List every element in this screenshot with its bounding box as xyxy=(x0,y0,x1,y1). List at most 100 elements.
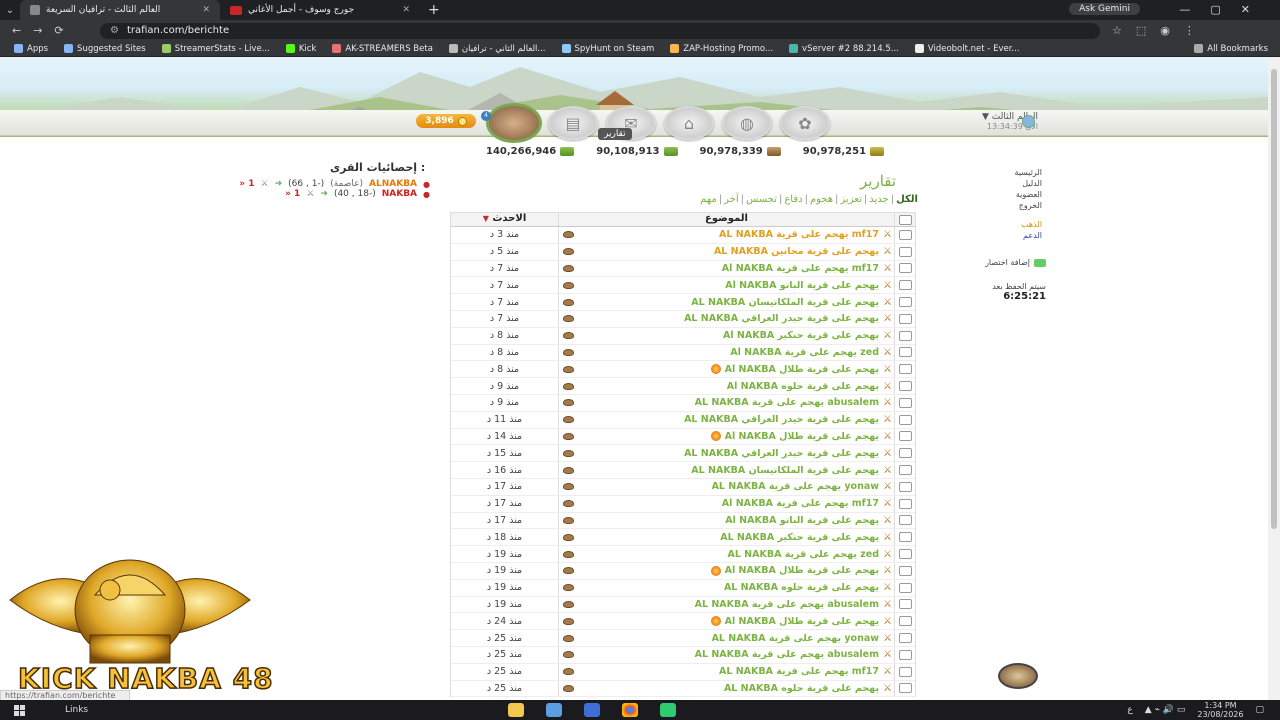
report-subject-link[interactable]: AL NAKBA يهجم على قرية مجانين xyxy=(714,246,879,257)
report-checkbox[interactable] xyxy=(895,246,915,257)
report-subject-link[interactable]: AL NAKBA يهجم على قرية zed xyxy=(727,549,879,560)
table-row[interactable]: منذ 7 د AL NAKBA يهجم على قرية حيدر العرا… xyxy=(451,310,915,328)
file-explorer-icon[interactable] xyxy=(508,703,524,717)
table-row[interactable]: منذ 25 د AL NAKBA يهجم على قرية yonaw ⚔ xyxy=(451,630,915,647)
tab-list-button[interactable]: ⌄ xyxy=(0,5,20,16)
table-row[interactable]: منذ 25 د AL NAKBA يهجم على قرية abusalem ⚔ xyxy=(451,646,915,664)
bookmark-item[interactable]: Videobolt.net - Ever... xyxy=(914,44,1020,54)
hero-avatar[interactable] xyxy=(486,103,542,143)
report-checkbox[interactable] xyxy=(895,532,915,543)
table-row[interactable]: منذ 19 د AL NAKBA يهجم على قرية حلوه ⚔ xyxy=(451,579,915,597)
nav-map-button[interactable]: ◍ xyxy=(722,106,772,140)
filter-defense[interactable]: دفاع xyxy=(784,194,802,205)
report-checkbox[interactable] xyxy=(895,465,915,476)
add-shortcut-link[interactable]: إضافة اختصار xyxy=(966,258,1046,267)
table-row[interactable]: منذ 15 د AL NAKBA يهجم على قرية حيدر العر… xyxy=(451,445,915,463)
report-checkbox[interactable] xyxy=(895,683,915,694)
table-row[interactable]: منذ 7 د Al NAKBA يهجم على قرية mf17 ⚔ xyxy=(451,260,915,278)
chat-bubble-icon[interactable] xyxy=(998,663,1038,689)
report-checkbox[interactable] xyxy=(895,297,915,308)
notifications-icon[interactable]: ▢ xyxy=(1255,705,1264,715)
report-checkbox[interactable] xyxy=(895,431,915,442)
menu-gold[interactable]: الذهب xyxy=(1000,219,1042,230)
table-row[interactable]: منذ 17 د Al NAKBA يهجم على قرية mf17 ⚔ xyxy=(451,495,915,513)
bookmark-item[interactable]: vServer #2 88.214.5... xyxy=(789,44,899,54)
page-scrollbar[interactable] xyxy=(1268,57,1280,700)
new-tab-button[interactable]: + xyxy=(420,2,448,18)
filter-attack[interactable]: هجوم xyxy=(810,194,833,205)
table-row[interactable]: منذ 8 د Al NAKBA يهجم على قرية طلال ⚔ xyxy=(451,361,915,379)
bookmark-item[interactable]: العالم الثاني - ترافيان... xyxy=(448,44,546,54)
app-icon[interactable] xyxy=(584,703,600,717)
report-checkbox[interactable] xyxy=(895,330,915,341)
table-row[interactable]: منذ 19 د AL NAKBA يهجم على قرية abusalem ⚔ xyxy=(451,596,915,614)
table-row[interactable]: منذ 17 د AL NAKBA يهجم على قرية yonaw ⚔ xyxy=(451,478,915,496)
table-row[interactable]: منذ 3 د AL NAKBA يهجم على قرية mf17 ⚔ xyxy=(451,227,915,244)
table-row[interactable]: منذ 18 د AL NAKBA يهجم على قرية حنكير ⚔ xyxy=(451,529,915,547)
filter-reinforce[interactable]: تعزيز xyxy=(840,194,861,205)
ask-gemini-button[interactable]: Ask Gemini xyxy=(1069,3,1140,15)
scrollbar-thumb[interactable] xyxy=(1271,69,1277,529)
nav-village-button[interactable]: ⌂ xyxy=(664,106,714,140)
bookmark-item[interactable]: StreamerStats - Live... xyxy=(161,44,270,54)
windows-start-icon[interactable] xyxy=(14,704,25,716)
select-all-checkbox[interactable] xyxy=(895,213,915,226)
table-row[interactable]: منذ 8 د Al NAKBA يهجم على قرية حنكير ⚔ xyxy=(451,327,915,345)
all-bookmarks[interactable]: All Bookmarks xyxy=(1194,44,1280,54)
close-tab-icon[interactable]: ✕ xyxy=(202,5,210,15)
report-subject-link[interactable]: AL NAKBA يهجم على قرية mf17 xyxy=(719,229,879,240)
tab-active[interactable]: العالم الثالث - ترافيان السريعة ✕ xyxy=(20,0,220,20)
report-subject-link[interactable]: AL NAKBA يهجم على قرية abusalem xyxy=(695,397,879,408)
filter-spy[interactable]: تجسس xyxy=(746,194,777,205)
table-row[interactable]: منذ 9 د Al NAKBA يهجم على قرية حلوه ⚔ xyxy=(451,378,915,395)
report-checkbox[interactable] xyxy=(895,498,915,509)
village-name[interactable]: ALNAKBA xyxy=(369,179,417,189)
report-checkbox[interactable] xyxy=(895,565,915,576)
report-checkbox[interactable] xyxy=(895,649,915,660)
table-row[interactable]: منذ 25 د AL NAKBA يهجم على قرية mf17 ⚔ xyxy=(451,663,915,681)
report-subject-link[interactable]: Al NAKBA يهجم على قرية طلال xyxy=(725,565,879,576)
table-row[interactable]: منذ 16 د AL NAKBA يهجم على قرية الملكاتيس… xyxy=(451,462,915,479)
report-checkbox[interactable] xyxy=(895,313,915,324)
report-subject-link[interactable]: AL NAKBA يهجم على قرية yonaw xyxy=(712,633,879,644)
report-checkbox[interactable] xyxy=(895,397,915,408)
report-subject-link[interactable]: Al NAKBA يهجم على قرية حنكير xyxy=(723,330,879,341)
report-subject-link[interactable]: Al NAKBA يهجم على قرية الباتو xyxy=(725,280,879,291)
village-name[interactable]: NAKBA xyxy=(382,189,417,199)
bookmark-item[interactable]: SpyHunt on Steam xyxy=(561,44,654,54)
filter-new[interactable]: جديد xyxy=(869,194,888,205)
bookmark-item[interactable]: AK-STREAMERS Beta xyxy=(332,44,433,54)
menu-guide[interactable]: الدليل xyxy=(1000,178,1042,189)
chrome-icon[interactable] xyxy=(622,703,638,717)
url-field[interactable]: ⚙ trafian.com/berichte xyxy=(100,22,1100,39)
report-subject-link[interactable]: AL NAKBA يهجم على قرية abusalem xyxy=(695,649,879,660)
tray-icons[interactable]: ▲ ⌁ 🔊 ▭ xyxy=(1145,705,1186,715)
app-icon[interactable] xyxy=(660,703,676,717)
report-subject-link[interactable]: AL NAKBA يهجم على قرية الملكاتيسان xyxy=(691,465,879,476)
report-checkbox[interactable] xyxy=(895,481,915,492)
toolbar-icons[interactable]: ☆⬚◉⋮ xyxy=(1100,24,1209,37)
village-row[interactable]: ● NAKBA (-18 , 40) ➜ ⚔ 1 « xyxy=(200,189,430,199)
filter-all[interactable]: الكل xyxy=(896,194,918,205)
report-subject-link[interactable]: AL NAKBA يهجم على قرية حنكير xyxy=(720,532,879,543)
report-checkbox[interactable] xyxy=(895,666,915,677)
report-subject-link[interactable]: Al NAKBA يهجم على قرية zed xyxy=(730,347,879,358)
report-checkbox[interactable] xyxy=(895,616,915,627)
report-checkbox[interactable] xyxy=(895,448,915,459)
table-row[interactable]: منذ 5 د AL NAKBA يهجم على قرية مجانين ⚔ xyxy=(451,243,915,261)
site-info-icon[interactable]: ⚙ xyxy=(110,25,119,36)
report-subject-link[interactable]: Al NAKBA يهجم على قرية طلال xyxy=(725,431,879,442)
village-row[interactable]: ● ALNAKBA (عاصمة) (-1 , 66) ➜ ⚔ 1 « xyxy=(200,179,430,189)
table-row[interactable]: منذ 24 د Al NAKBA يهجم على قرية طلال ⚔ xyxy=(451,613,915,631)
report-checkbox[interactable] xyxy=(895,582,915,593)
bookmark-item[interactable]: Suggested Sites xyxy=(64,44,146,54)
report-subject-link[interactable]: AL NAKBA يهجم على قرية abusalem xyxy=(695,599,879,610)
report-subject-link[interactable]: AL NAKBA يهجم على قرية yonaw xyxy=(712,481,879,492)
report-checkbox[interactable] xyxy=(895,515,915,526)
report-subject-link[interactable]: Al NAKBA يهجم على قرية الباتو xyxy=(725,515,879,526)
gold-badge[interactable]: 3,896 xyxy=(416,114,476,128)
menu-logout[interactable]: الخروج xyxy=(1000,200,1042,211)
report-checkbox[interactable] xyxy=(895,549,915,560)
nav-resources-button[interactable]: ✿ xyxy=(780,106,830,140)
table-row[interactable]: منذ 19 د Al NAKBA يهجم على قرية طلال ⚔ xyxy=(451,562,915,580)
